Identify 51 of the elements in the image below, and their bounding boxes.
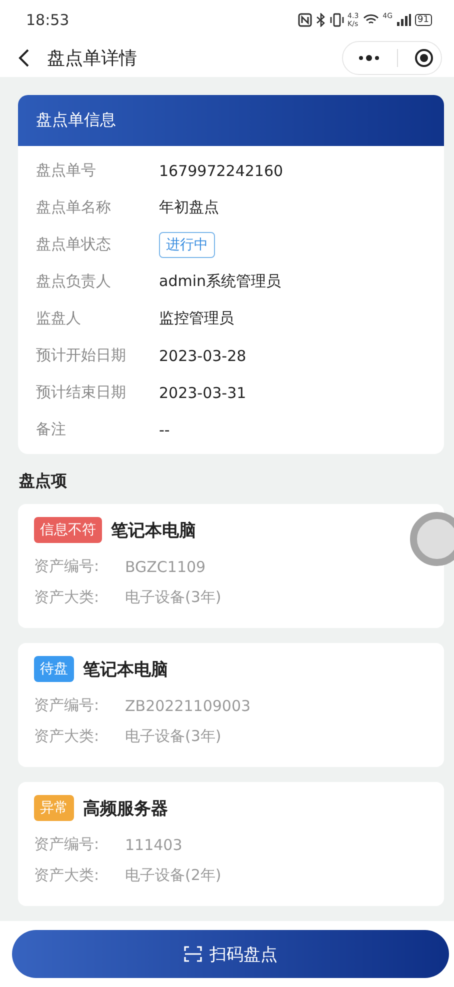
status-tag: 异常 [34, 795, 74, 822]
field-value: admin系统管理员 [159, 272, 281, 292]
nfc-icon [298, 12, 312, 27]
field-value: ZB20221109003 [125, 696, 251, 715]
status-time: 18:53 [26, 10, 70, 29]
field-label: 监盘人 [36, 309, 82, 328]
field-label: 资产大类: [34, 588, 100, 608]
card-title: 盘点单信息 [36, 110, 116, 132]
field-label: 盘点单状态 [36, 235, 112, 254]
scan-button[interactable]: 扫码盘点 [12, 930, 449, 978]
vibrate-icon [330, 12, 344, 27]
more-icon[interactable] [357, 54, 381, 62]
field-value: 监控管理员 [159, 309, 234, 328]
page-title: 盘点单详情 [47, 47, 138, 70]
asset-card[interactable]: 信息不符 笔记本电脑 资产编号: BGZC1109 资产大类: 电子设备(3年) [18, 504, 444, 628]
wifi-icon [362, 13, 379, 26]
section-title: 盘点项 [19, 471, 68, 492]
field-value: 2023-03-31 [159, 384, 246, 402]
bluetooth-icon [316, 12, 326, 27]
status-tag: 进行中 [159, 232, 215, 258]
back-icon[interactable] [18, 49, 30, 68]
field-label: 资产编号: [34, 835, 100, 854]
field-label: 资产大类: [34, 866, 100, 886]
status-tag: 信息不符 [34, 517, 102, 544]
field-label: 备注 [36, 420, 67, 440]
scan-icon [184, 945, 202, 964]
status-tag: 待盘 [34, 656, 74, 682]
asset-card[interactable]: 待盘 笔记本电脑 资产编号: ZB20221109003 资产大类: 电子设备(3年) [18, 643, 444, 768]
field-label: 预计结束日期 [36, 383, 127, 402]
field-label: 盘点单号 [36, 161, 97, 180]
field-value: BGZC1109 [125, 558, 206, 576]
field-value: 111403 [125, 836, 182, 854]
asset-name: 笔记本电脑 [83, 658, 168, 681]
asset-name: 笔记本电脑 [111, 520, 196, 542]
field-value: -- [159, 420, 170, 439]
battery-indicator: 91 [414, 14, 432, 26]
field-label: 资产编号: [34, 557, 100, 576]
field-value: 电子设备(3年) [125, 588, 222, 608]
field-value: 年初盘点 [159, 198, 219, 218]
field-label: 资产编号: [34, 696, 100, 716]
field-value: 电子设备(2年) [125, 866, 222, 886]
field-label: 资产大类: [34, 727, 100, 746]
field-value: 电子设备(3年) [125, 727, 222, 746]
field-label: 预计开始日期 [36, 346, 127, 366]
field-label: 盘点负责人 [36, 272, 112, 292]
field-label: 盘点单名称 [36, 198, 112, 218]
field-value: 1679972242160 [159, 162, 284, 180]
asset-card[interactable]: 异常 高频服务器 资产编号: 111403 资产大类: 电子设备(2年) [18, 782, 444, 906]
signal-icon [396, 14, 411, 26]
asset-name: 高频服务器 [83, 798, 168, 820]
field-value: 2023-03-28 [159, 346, 246, 365]
